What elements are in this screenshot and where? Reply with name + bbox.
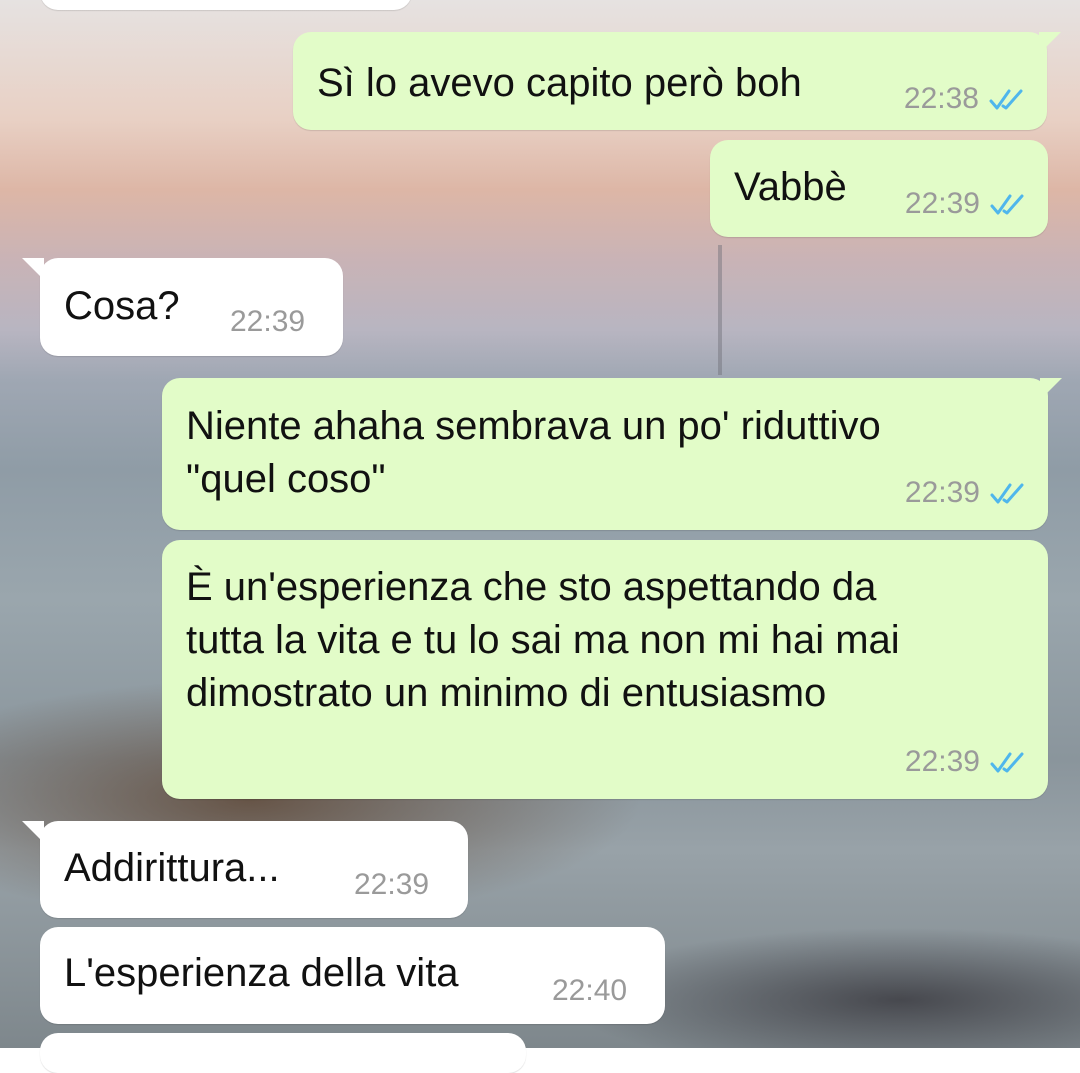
message-bubble-partial-top[interactable] (40, 0, 412, 10)
wallpaper-detail (718, 245, 722, 375)
double-check-icon (990, 483, 1024, 504)
message-bubble-outgoing[interactable]: Niente ahaha sembrava un po' riduttivo "… (162, 378, 1062, 530)
message-bubble-incoming[interactable]: Addirittura... 22:39 (22, 821, 468, 918)
message-time: 22:39 (230, 305, 306, 338)
message-bubble-incoming[interactable]: L'esperienza della vita 22:40 (40, 927, 665, 1024)
message-text: L'esperienza della vita (64, 951, 459, 995)
message-text-line: dimostrato un minimo di entusiasmo (186, 671, 827, 715)
message-bubble-outgoing[interactable]: Sì lo avevo capito però boh 22:38 (293, 32, 1061, 130)
message-bubble-outgoing[interactable]: È un'esperienza che sto aspettando da tu… (162, 540, 1048, 799)
message-bubble-incoming[interactable]: Cosa? 22:39 (22, 258, 343, 356)
message-text: Addirittura... (64, 846, 280, 890)
message-time: 22:39 (904, 476, 980, 509)
message-text: Sì lo avevo capito però boh (317, 61, 802, 105)
message-text: Cosa? (64, 284, 180, 328)
message-time: 22:38 (903, 82, 979, 115)
bubble-tail (1040, 378, 1062, 400)
message-bubble-partial-bottom[interactable] (40, 1033, 526, 1073)
bubble-tail (22, 821, 44, 843)
message-meta: 22:40 (552, 974, 627, 1008)
message-meta: 22:39 (905, 187, 1026, 221)
message-bubble-outgoing[interactable]: Vabbè 22:39 (710, 140, 1048, 237)
message-time: 22:40 (552, 974, 628, 1007)
message-meta: 22:39 (230, 305, 305, 339)
message-meta: 22:38 (904, 82, 1025, 116)
message-text-line: tutta la vita e tu lo sai ma non mi hai … (186, 618, 900, 662)
message-time: 22:39 (904, 745, 980, 778)
message-meta: 22:39 (354, 868, 429, 902)
bubble-tail (22, 258, 44, 280)
message-time: 22:39 (904, 187, 980, 220)
message-text-line: È un'esperienza che sto aspettando da (186, 565, 877, 609)
message-time: 22:39 (354, 868, 430, 901)
message-text-line: "quel coso" (186, 457, 386, 501)
message-meta: 22:39 (905, 745, 1026, 779)
message-text-line: Niente ahaha sembrava un po' riduttivo (186, 404, 881, 448)
bubble-tail (1039, 32, 1061, 54)
message-meta: 22:39 (905, 476, 1026, 510)
double-check-icon (990, 194, 1024, 215)
double-check-icon (990, 752, 1024, 773)
double-check-icon (989, 89, 1023, 110)
message-text: Vabbè (734, 165, 847, 209)
